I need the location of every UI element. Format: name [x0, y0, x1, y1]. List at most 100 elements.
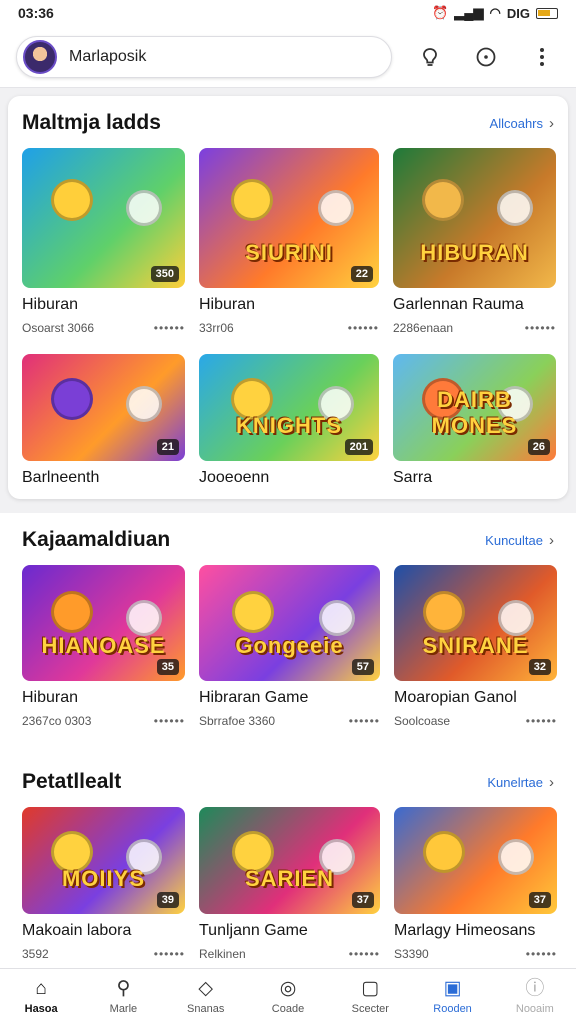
character-art [51, 590, 94, 633]
library-icon: ▣ [443, 978, 462, 999]
game-name[interactable]: Hiburan [199, 296, 379, 314]
see-all-link[interactable]: Allcoahrs › [490, 115, 554, 132]
game-thumbnail[interactable]: KNIGHTS 201 [199, 354, 379, 461]
game-name[interactable]: Hibraran Game [199, 689, 380, 707]
game-name[interactable]: Marlagy Himeosans [394, 922, 557, 940]
nav-item-nooaim[interactable]: ⓘ Nooaim [494, 969, 576, 1024]
avatar[interactable] [23, 39, 57, 74]
search-text[interactable]: Marlaposik [69, 48, 146, 66]
lightbulb-icon[interactable] [412, 39, 448, 75]
game-name[interactable]: Garlennan Rauma [393, 296, 556, 314]
game-name[interactable]: Moaropian Ganol [394, 689, 557, 707]
status-icons: ⏰ ▂▄▆ ◠ DIG [432, 5, 558, 21]
see-all-link[interactable]: Kuncultae › [485, 532, 554, 549]
section-header: Maltmja ladds Allcoahrs › [22, 106, 554, 140]
compass-icon[interactable] [468, 39, 504, 75]
game-name[interactable]: Barlneenth [22, 469, 185, 487]
section-title: Petatllealt [22, 770, 122, 793]
search-bar[interactable]: Marlaposik [16, 35, 392, 78]
rating-badge: 37 [351, 892, 374, 908]
game-meta-text: Relkinen [199, 947, 246, 961]
section-title: Maltmja ladds [22, 111, 161, 134]
gamepad-icon: ◎ [279, 978, 297, 999]
game-card[interactable]: MOIIYS 39 Makoain labora 3592 •••••• [22, 807, 185, 962]
rating-badge: 39 [156, 892, 179, 908]
game-name[interactable]: Hiburan [22, 296, 185, 314]
game-meta-text: 2286enaan [393, 321, 454, 335]
nav-item-snanas[interactable]: ◇ Snanas [165, 969, 247, 1024]
rating-badge: 22 [350, 266, 373, 282]
see-all-label[interactable]: Kunelrtae [487, 775, 543, 790]
game-thumbnail[interactable]: Gongeeie 57 [199, 565, 380, 681]
nav-item-scecter[interactable]: ▢ Scecter [329, 969, 411, 1024]
game-card[interactable]: HIBURAN Garlennan Rauma 2286enaan •••••• [393, 148, 556, 336]
game-name[interactable]: Makoain labora [22, 922, 185, 940]
content-scroll[interactable]: Maltmja ladds Allcoahrs › 350 Hiburan Osoar… [0, 88, 576, 968]
game-meta-text: 33rr06 [199, 321, 234, 335]
game-card[interactable]: 21 Barlneenth [22, 354, 185, 487]
rating-badge: 57 [351, 659, 374, 675]
see-all-label[interactable]: Allcoahrs [490, 116, 543, 131]
nav-item-marle[interactable]: ⚲ Marle [82, 969, 164, 1024]
game-thumbnail[interactable]: HIANOASE 35 [22, 565, 185, 681]
game-thumbnail[interactable]: 37 [394, 807, 557, 914]
game-thumbnail[interactable]: DAIRB MONES 26 [393, 354, 556, 461]
game-thumbnail[interactable]: MOIIYS 39 [22, 807, 185, 914]
rating-dots-icon: •••••• [524, 321, 556, 335]
game-card[interactable]: DAIRB MONES 26 Sarra [393, 354, 556, 487]
game-card[interactable]: KNIGHTS 201 Jooeoenn [199, 354, 379, 487]
rating-dots-icon: •••••• [348, 714, 380, 728]
game-card[interactable]: SNIRANE 32 Moaropian Ganol Soolcoase •••••• [394, 565, 557, 729]
nav-item-rooden[interactable]: ▣ Rooden [411, 969, 493, 1024]
rating-badge: 201 [344, 439, 373, 455]
more-icon[interactable] [524, 39, 560, 75]
top-bar: Marlaposik [0, 26, 576, 88]
character-art [318, 599, 355, 636]
character-art [423, 590, 466, 633]
game-art-title: SNIRANE [422, 633, 529, 658]
see-all-label[interactable]: Kuncultae [485, 533, 543, 548]
game-name[interactable]: Sarra [393, 469, 556, 487]
game-art-title: MOIIYS [61, 866, 145, 891]
character-art [126, 599, 163, 636]
character-art [51, 377, 94, 420]
game-thumbnail[interactable]: 21 [22, 354, 185, 461]
game-meta: Soolcoase •••••• [394, 713, 557, 729]
section-category: Kajaamaldiuan Kuncultae › HIANOASE 35 Hibur… [0, 513, 576, 755]
game-card[interactable]: Gongeeie 57 Hibraran Game Sbrrafoe 3360 ••••… [199, 565, 380, 729]
game-card[interactable]: 350 Hiburan Osoarst 3066 •••••• [22, 148, 185, 336]
game-thumbnail[interactable]: SARIEN 37 [199, 807, 380, 914]
info-icon: ⓘ [525, 978, 545, 999]
game-name[interactable]: Tunljann Game [199, 922, 380, 940]
game-card[interactable]: SIURINI 22 Hiburan 33rr06 •••••• [199, 148, 379, 336]
nav-label: Coade [271, 1003, 305, 1015]
game-art-title: SIURINI [245, 240, 333, 265]
game-thumbnail[interactable]: SNIRANE 32 [394, 565, 557, 681]
rating-badge: 26 [527, 439, 550, 455]
game-name[interactable]: Jooeoenn [199, 469, 379, 487]
character-art [317, 190, 354, 226]
status-bar: 03:36 ⏰ ▂▄▆ ◠ DIG [0, 0, 576, 26]
rating-dots-icon: •••••• [525, 947, 557, 961]
game-card[interactable]: HIANOASE 35 Hiburan 2367co 0303 •••••• [22, 565, 185, 729]
game-thumbnail[interactable]: HIBURAN [393, 148, 556, 288]
game-art-title: SARIEN [244, 866, 335, 891]
nav-item-hasoa[interactable]: ⌂ Hasoa [0, 969, 82, 1024]
game-meta-text: Osoarst 3066 [22, 321, 95, 335]
character-art [126, 190, 163, 226]
see-all-link[interactable]: Kunelrtae › [487, 774, 554, 791]
rating-badge: 32 [528, 659, 551, 675]
game-card[interactable]: SARIEN 37 Tunljann Game Relkinen •••••• [199, 807, 380, 962]
game-card[interactable]: 37 Marlagy Himeosans S3390 •••••• [394, 807, 557, 962]
nav-item-coade[interactable]: ◎ Coade [247, 969, 329, 1024]
tag-icon: ◇ [198, 978, 214, 999]
game-row: 21 Barlneenth KNIGHTS 201 Jooeoenn DAIRB MONE… [22, 354, 556, 487]
game-thumbnail[interactable]: SIURINI 22 [199, 148, 379, 288]
nav-label: Nooaim [515, 1003, 554, 1015]
character-art [423, 830, 466, 873]
game-thumbnail[interactable]: 350 [22, 148, 185, 288]
nav-label: Marle [109, 1003, 138, 1015]
game-meta: S3390 •••••• [394, 946, 557, 962]
game-name[interactable]: Hiburan [22, 689, 185, 707]
game-art-title: HIANOASE [41, 633, 166, 658]
